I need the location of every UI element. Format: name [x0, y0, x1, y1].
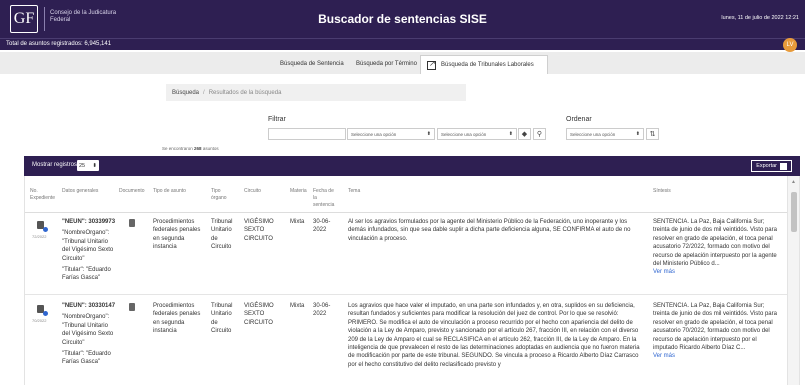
top-header: GF Consejo de la Judicatura Federal Busc… [0, 0, 805, 38]
fecha-sentencia: 30-06-2022 [313, 303, 331, 318]
circuito: VIGÉSIMO SEXTO CIRCUITO [244, 219, 274, 242]
filter-select-1[interactable]: Seleccione una opción ⬍ [347, 128, 435, 140]
sintesis: SENTENCIA. La Paz, Baja California Sur; … [653, 303, 777, 360]
expediente-number: 70/2022 [32, 318, 47, 323]
order-select[interactable]: Seleccione una opción ⬍ [566, 128, 644, 140]
col-tipo-asunto[interactable]: Tipo de asunto [153, 188, 186, 195]
chevron-down-icon: ⬍ [508, 131, 513, 137]
organo-field: "NombreOrgano": "Tribunal Unitario del V… [62, 314, 114, 346]
gavel-icon[interactable] [37, 221, 48, 232]
eraser-icon: ◆ [521, 131, 528, 138]
filter-label: Filtrar [268, 116, 286, 123]
page-size-select[interactable]: 25 ⬍ [77, 160, 99, 171]
export-button[interactable]: Exportar [751, 160, 792, 172]
col-documento[interactable]: Documento [119, 188, 145, 195]
filter-input[interactable] [268, 128, 346, 140]
search-tabs: Búsqueda de Sentencia Búsqueda por Térmi… [0, 52, 805, 74]
col-materia[interactable]: Materia [290, 188, 307, 195]
tema: Al ser los agravios formulados por la ag… [348, 219, 631, 242]
tab-busqueda-sentencia[interactable]: Búsqueda de Sentencia [274, 56, 350, 71]
table-toolbar: Mostrar registros 25 ⬍ Exportar [24, 156, 800, 176]
datos-generales: "NEUN": 30339973 "NombreOrgano": "Tribun… [62, 218, 117, 283]
col-fecha[interactable]: Fecha de la sentencia [313, 188, 337, 209]
table-row: 70/2022 "NEUN": 30330147 "NombreOrgano":… [25, 295, 787, 385]
clear-filter-button[interactable]: ◆ [518, 128, 531, 140]
search-icon: ⚲ [536, 131, 543, 138]
materia: Mixta [290, 219, 305, 225]
sub-header: Total de asuntos registrados: 6,945,141 [0, 38, 805, 50]
materia: Mixta [290, 303, 305, 309]
table-scrollbar[interactable]: ▲ [787, 176, 799, 385]
ver-mas-link[interactable]: Ver más [653, 269, 675, 275]
document-icon[interactable] [129, 303, 135, 314]
gavel-icon[interactable] [37, 305, 48, 316]
document-icon[interactable] [129, 219, 135, 230]
breadcrumb: Búsqueda / Resultados de la búsqueda [166, 84, 466, 101]
expediente-number: 72/2022 [32, 234, 47, 239]
chevron-down-icon: ⬍ [426, 131, 431, 137]
col-sintesis[interactable]: Síntesis [653, 188, 671, 195]
order-label: Ordenar [566, 116, 592, 123]
chevron-down-icon: ⬍ [635, 131, 640, 137]
tipo-organo: Tribunal Unitario de Circuito [211, 303, 233, 335]
col-datos-generales[interactable]: Datos generales [62, 188, 98, 195]
tema: Los agravios que hace valer el imputado,… [348, 303, 640, 368]
circuito: VIGÉSIMO SEXTO CIRCUITO [244, 303, 274, 326]
sintesis: SENTENCIA. La Paz, Baja California Sur; … [653, 219, 777, 276]
search-button[interactable]: ⚲ [533, 128, 546, 140]
col-tipo-organo[interactable]: Tipo órgano [211, 188, 233, 202]
total-records-label: Total de asuntos registrados: 6,945,141 [6, 41, 112, 47]
show-records-label: Mostrar registros [32, 162, 78, 168]
app-title: Buscador de sentencias SISE [318, 12, 487, 26]
external-link-icon [427, 59, 436, 70]
sort-icon: ⇅ [649, 131, 656, 138]
table-header: No. Expediente Datos generales Documento… [25, 176, 787, 213]
scroll-up-icon[interactable]: ▲ [791, 179, 796, 185]
tab-busqueda-termino[interactable]: Búsqueda por Término [350, 56, 423, 71]
titular-field: "Titular": "Eduardo Farías Gasca" [62, 267, 111, 282]
sort-direction-button[interactable]: ⇅ [646, 128, 659, 140]
organo-field: "NombreOrgano": "Tribunal Unitario del V… [62, 230, 114, 262]
results-table: No. Expediente Datos generales Documento… [24, 176, 800, 385]
filter-select-2[interactable]: Seleccione una opción ⬍ [437, 128, 517, 140]
titular-field: "Titular": "Eduardo Farías Gasca" [62, 351, 111, 366]
datos-generales: "NEUN": 30330147 "NombreOrgano": "Tribun… [62, 302, 117, 367]
col-expediente[interactable]: No. Expediente [30, 188, 55, 202]
user-avatar[interactable]: LV [783, 38, 797, 52]
tipo-asunto: Procedimientos federales penales en segu… [153, 219, 201, 251]
results-count: Se encontraron 268 asuntos [162, 146, 219, 151]
neun-field: "NEUN": 30330147 [62, 303, 116, 309]
excel-icon [780, 162, 787, 170]
col-circuito[interactable]: Circuito [244, 188, 261, 195]
breadcrumb-home[interactable]: Búsqueda [172, 90, 199, 96]
tipo-asunto: Procedimientos federales penales en segu… [153, 303, 201, 335]
chevron-down-icon: ⬍ [92, 162, 97, 169]
table-row: 72/2022 "NEUN": 30339973 "NombreOrgano":… [25, 213, 787, 295]
breadcrumb-separator: / [203, 89, 205, 96]
neun-field: "NEUN": 30339973 [62, 219, 116, 225]
breadcrumb-current: Resultados de la búsqueda [208, 89, 282, 96]
col-tema[interactable]: Tema [348, 188, 360, 195]
tipo-organo: Tribunal Unitario de Circuito [211, 219, 233, 251]
scrollbar-thumb[interactable] [791, 192, 797, 232]
ver-mas-link[interactable]: Ver más [653, 353, 675, 359]
tab-tribunales-laborales[interactable]: Búsqueda de Tribunales Laborales [420, 55, 548, 74]
fecha-sentencia: 30-06-2022 [313, 219, 331, 234]
current-date: lunes, 11 de julio de 2022 12:21 [721, 15, 799, 21]
